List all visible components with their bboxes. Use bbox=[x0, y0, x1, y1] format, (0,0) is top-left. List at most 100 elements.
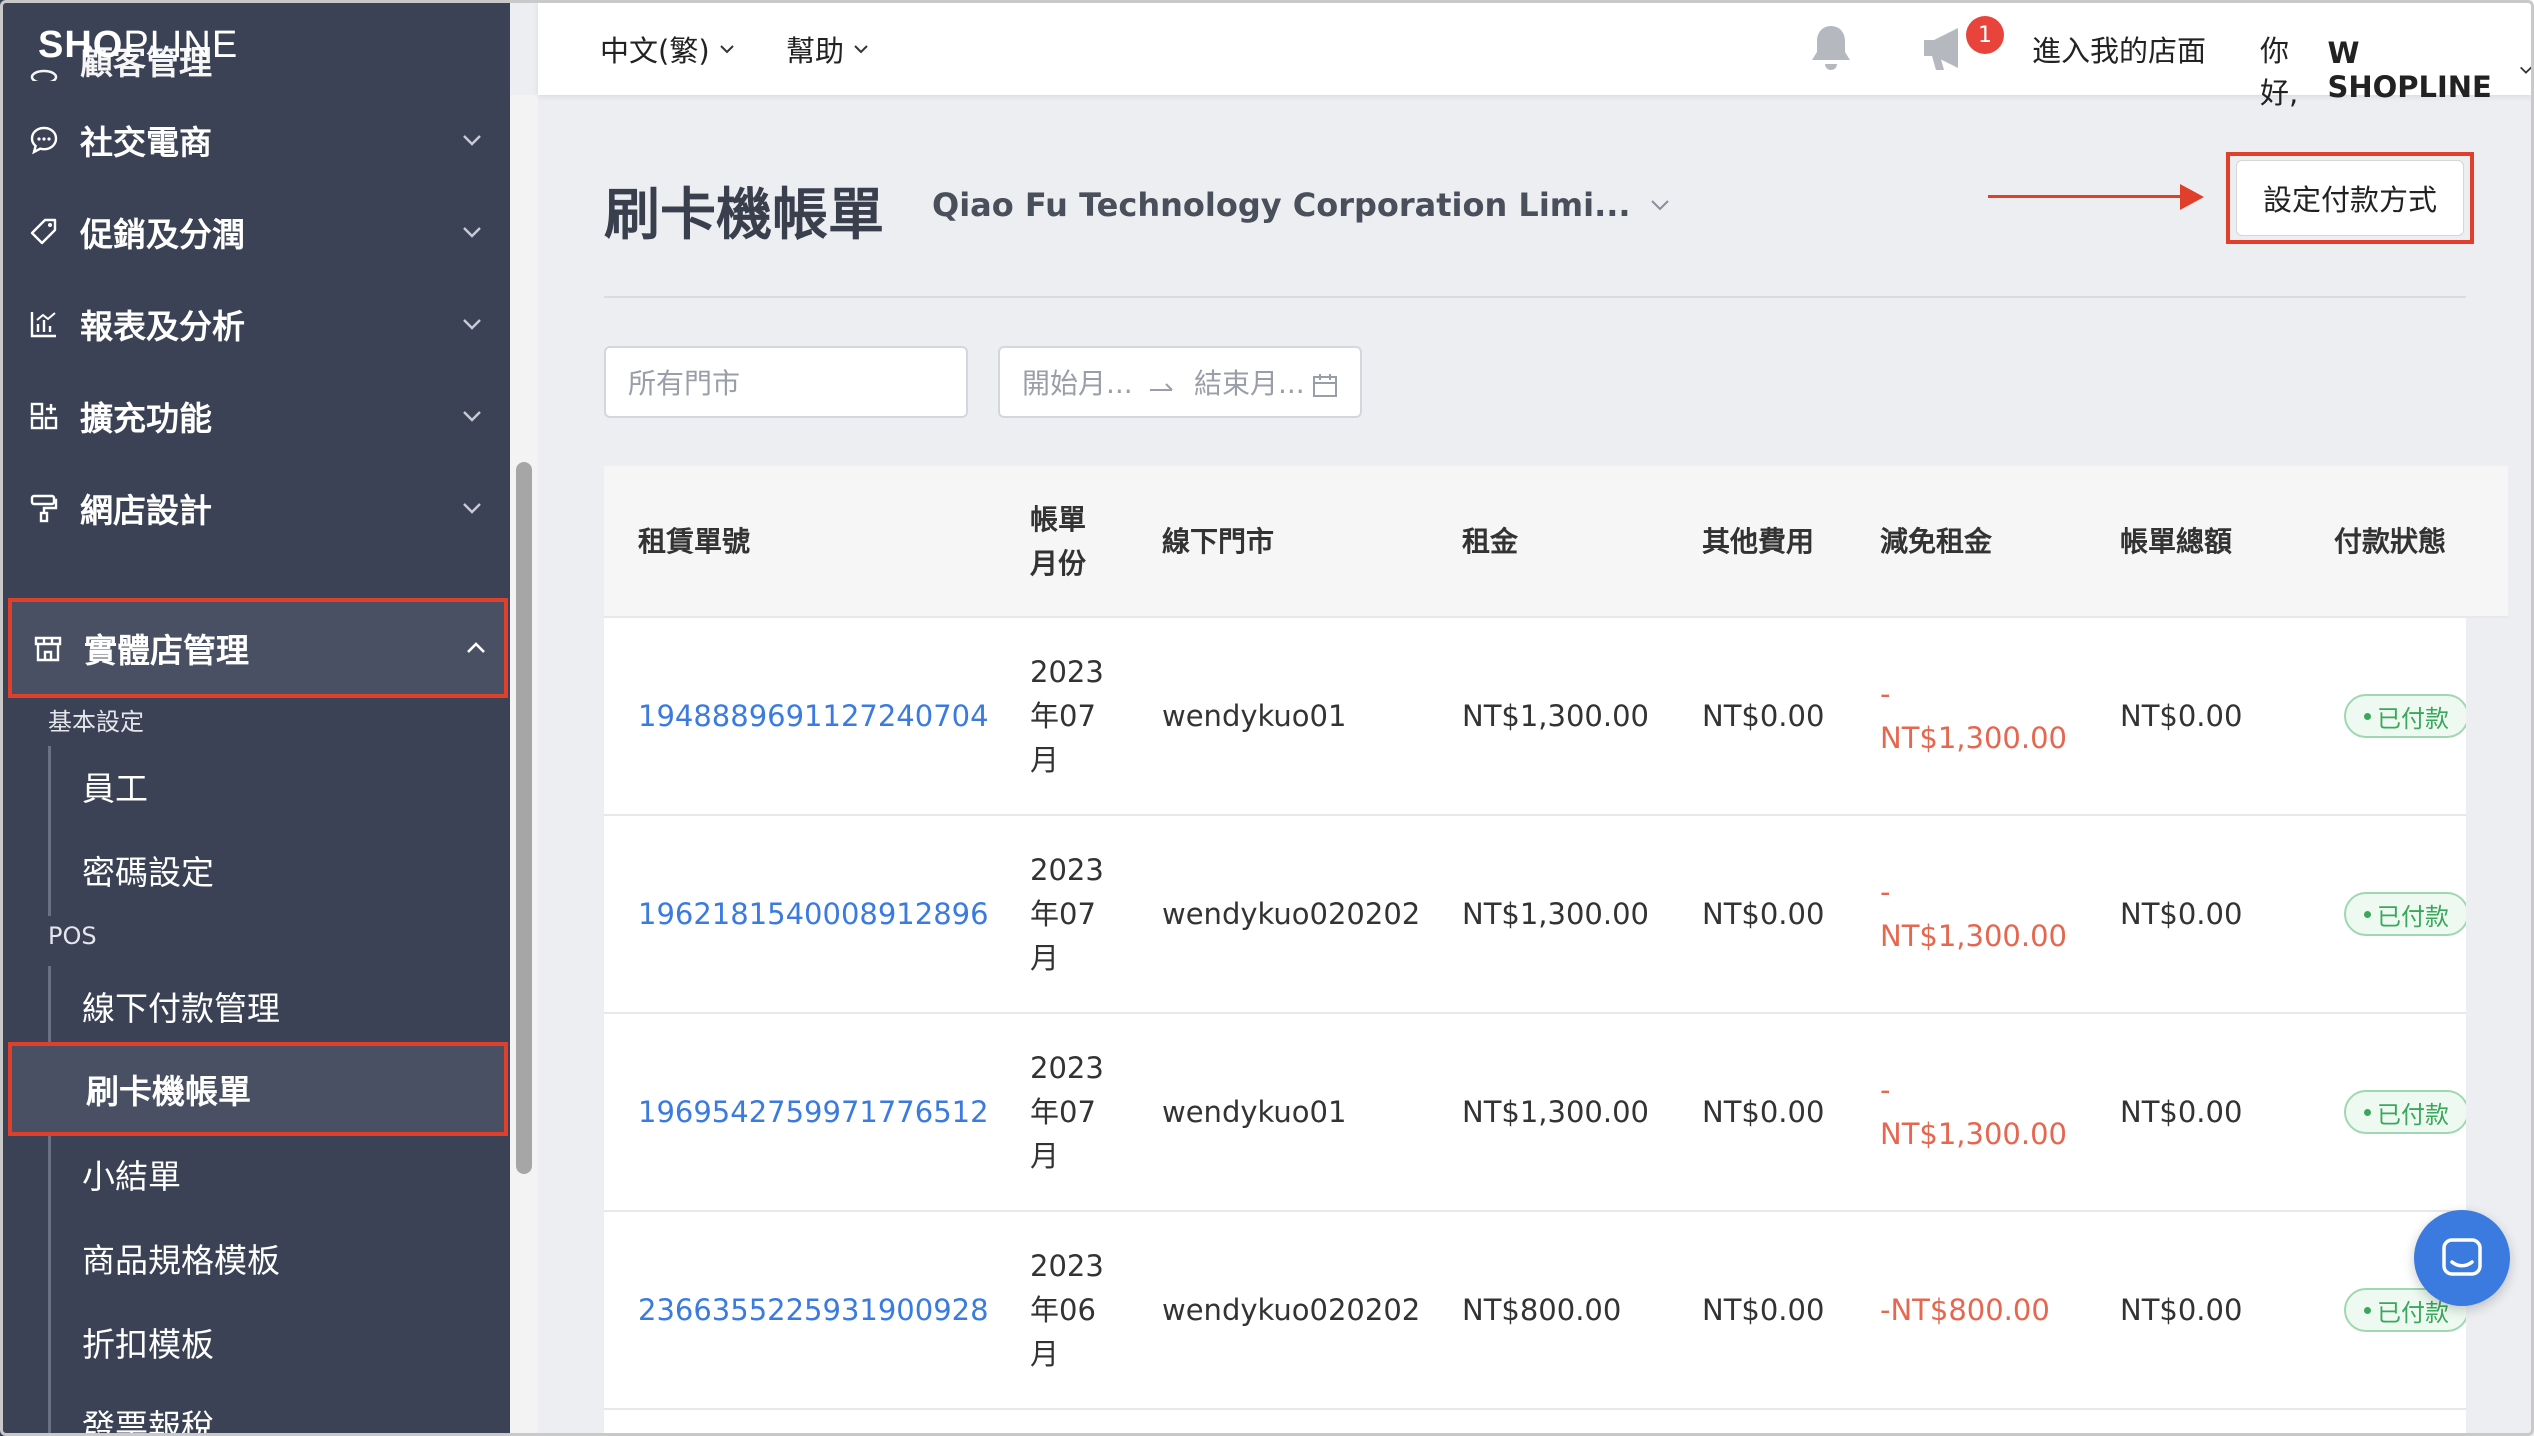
other-fees: NT$0.00 bbox=[1702, 699, 1825, 733]
chevron-down-icon bbox=[463, 135, 481, 146]
sidebar-subitem-card-terminal-bill[interactable]: 刷卡機帳單 bbox=[8, 1042, 508, 1136]
sidebar-scrollbar-thumb[interactable] bbox=[516, 462, 532, 1174]
table-scroll-edge bbox=[2466, 618, 2508, 1436]
end-month-input[interactable]: 結束月... bbox=[1194, 362, 1305, 402]
sidebar-item-store-design[interactable]: 網店設計 bbox=[0, 462, 510, 554]
arrow-right-icon bbox=[1150, 383, 1173, 391]
store-icon bbox=[30, 630, 66, 666]
table-header: 租賃單號 帳單 月份 線下門市 租金 其他費用 減免租金 帳單總額 付款狀態 bbox=[604, 466, 2508, 618]
bills-table: 租賃單號 帳單 月份 線下門市 租金 其他費用 減免租金 帳單總額 付款狀態 19… bbox=[604, 466, 2508, 1436]
rent-waiver: - NT$1,300.00 bbox=[1880, 875, 2067, 953]
paint-roller-icon bbox=[26, 490, 62, 526]
chat-icon bbox=[2442, 1238, 2482, 1276]
visit-store-link[interactable]: 進入我的店面 bbox=[2032, 28, 2206, 70]
bill-month: 2023 年07 月 bbox=[1030, 1051, 1104, 1173]
sidebar-subitem-variant-template[interactable]: 商品規格模板 bbox=[0, 1216, 510, 1300]
col-rental-no: 租賃單號 bbox=[638, 525, 751, 558]
store-name: wendykuo01 bbox=[1162, 1095, 1347, 1129]
col-payment-status: 付款狀態 bbox=[2334, 525, 2447, 558]
rent-waiver: - NT$1,300.00 bbox=[1880, 1073, 2067, 1151]
calendar-icon bbox=[1313, 374, 1337, 397]
chevron-down-icon bbox=[463, 411, 481, 422]
bill-month: 2023 年07 月 bbox=[1030, 655, 1104, 777]
sidebar-subitem-invoice[interactable]: 發票報稅 bbox=[0, 1382, 510, 1436]
set-payment-method-button[interactable]: 設定付款方式 bbox=[2236, 160, 2464, 236]
status-badge: 已付款 bbox=[2344, 694, 2469, 738]
status-badge: 已付款 bbox=[2344, 1090, 2469, 1134]
header-divider bbox=[604, 296, 2466, 298]
col-rent: 租金 bbox=[1462, 525, 1519, 558]
status-badge: 已付款 bbox=[2344, 892, 2469, 936]
other-fees: NT$0.00 bbox=[1702, 897, 1825, 931]
total-amount: NT$0.00 bbox=[2120, 1095, 2243, 1129]
apps-icon bbox=[26, 398, 62, 434]
chevron-down-icon bbox=[463, 227, 481, 238]
chevron-down-icon bbox=[463, 319, 481, 330]
sidebar-item-customers[interactable]: 顧客管理 bbox=[0, 36, 510, 96]
chevron-down-icon bbox=[854, 45, 868, 54]
total-amount: NT$0.00 bbox=[2120, 1293, 2243, 1327]
total-amount: NT$0.00 bbox=[2120, 897, 2243, 931]
chat-bubble-icon bbox=[26, 122, 62, 158]
rent-amount: NT$1,300.00 bbox=[1462, 1095, 1649, 1129]
sidebar-subitem-password[interactable]: 密碼設定 bbox=[0, 828, 510, 912]
user-menu[interactable]: 你好, W SHOPLINE bbox=[2260, 28, 2534, 112]
chevron-down-icon bbox=[2520, 66, 2532, 74]
rental-no-link[interactable]: 1969542759971776512 bbox=[638, 1090, 989, 1134]
chart-icon bbox=[26, 306, 62, 342]
table-row: 1969542759971776512 2023 年07 月 wendykuo01 … bbox=[604, 1014, 2508, 1212]
month-range-picker[interactable]: 開始月... 結束月... bbox=[998, 346, 1362, 418]
sidebar-item-social-commerce[interactable]: 社交電商 bbox=[0, 94, 510, 186]
customer-icon bbox=[26, 48, 62, 84]
col-bill-month: 帳單 月份 bbox=[1030, 503, 1087, 580]
page-title: 刷卡機帳單 bbox=[604, 183, 884, 248]
rent-amount: NT$1,300.00 bbox=[1462, 897, 1649, 931]
sidebar-subitem-offline-payment[interactable]: 線下付款管理 bbox=[0, 964, 510, 1048]
help-menu[interactable]: 幫助 bbox=[786, 28, 870, 70]
sidebar-subitem-receipt[interactable]: 小結單 bbox=[0, 1132, 510, 1216]
rental-no-link[interactable]: 1948889691127240704 bbox=[638, 694, 989, 738]
col-rent-waiver: 減免租金 bbox=[1880, 525, 1993, 558]
store-name: wendykuo020202 bbox=[1162, 897, 1421, 931]
group-pos: POS bbox=[48, 922, 97, 950]
sidebar-item-retail-store[interactable]: 實體店管理 bbox=[8, 598, 508, 698]
chevron-down-icon bbox=[1650, 200, 1669, 211]
store-filter-select[interactable]: 所有門市 bbox=[604, 346, 968, 418]
chevron-down-icon bbox=[719, 45, 734, 54]
sidebar-item-promotions[interactable]: 促銷及分潤 bbox=[0, 186, 510, 278]
notification-badge: 1 bbox=[1966, 16, 2004, 54]
rental-no-link[interactable]: 2366355225931900928 bbox=[638, 1288, 989, 1332]
sidebar: SHOPLINE 顧客管理 社交電商 促銷及分潤 報表及分析 擴充功能 網店設計… bbox=[0, 0, 510, 1436]
language-selector[interactable]: 中文(繁) bbox=[600, 28, 736, 70]
chat-launcher-button[interactable] bbox=[2414, 1210, 2510, 1306]
rental-no-link[interactable]: 1962181540008912896 bbox=[638, 892, 989, 936]
chevron-up-icon bbox=[467, 642, 485, 653]
col-other-fees: 其他費用 bbox=[1702, 525, 1815, 558]
bill-month: 2023 年07 月 bbox=[1030, 853, 1104, 975]
company-selector[interactable]: Qiao Fu Technology Corporation Limi... bbox=[932, 186, 1671, 224]
col-total: 帳單總額 bbox=[2120, 525, 2233, 558]
other-fees: NT$0.00 bbox=[1702, 1095, 1825, 1129]
bell-icon[interactable] bbox=[1806, 22, 1856, 74]
rent-waiver: - NT$1,300.00 bbox=[1880, 677, 2067, 755]
sidebar-subitem-discount-template[interactable]: 折扣模板 bbox=[0, 1300, 510, 1384]
bill-month: 2023 年06 月 bbox=[1030, 1249, 1104, 1371]
sidebar-item-apps[interactable]: 擴充功能 bbox=[0, 370, 510, 462]
col-store: 線下門市 bbox=[1162, 525, 1275, 558]
table-row: 1948889691127240704 2023 年07 月 wendykuo01 … bbox=[604, 618, 2508, 816]
annotation-arrow bbox=[1988, 195, 2188, 198]
other-fees: NT$0.00 bbox=[1702, 1293, 1825, 1327]
store-name: wendykuo020202 bbox=[1162, 1293, 1421, 1327]
rent-waiver: -NT$800.00 bbox=[1880, 1293, 2050, 1327]
table-row: 1962181540008912896 2023 年07 月 wendykuo020… bbox=[604, 816, 2508, 1014]
rent-amount: NT$800.00 bbox=[1462, 1293, 1622, 1327]
group-basic-settings: 基本設定 bbox=[48, 708, 144, 736]
chevron-down-icon bbox=[463, 503, 481, 514]
sidebar-item-reports[interactable]: 報表及分析 bbox=[0, 278, 510, 370]
total-amount: NT$0.00 bbox=[2120, 699, 2243, 733]
tag-icon bbox=[26, 214, 62, 250]
sidebar-subitem-staff[interactable]: 員工 bbox=[0, 744, 510, 828]
rent-amount: NT$1,300.00 bbox=[1462, 699, 1649, 733]
start-month-input[interactable]: 開始月... bbox=[1022, 362, 1133, 402]
store-name: wendykuo01 bbox=[1162, 699, 1347, 733]
